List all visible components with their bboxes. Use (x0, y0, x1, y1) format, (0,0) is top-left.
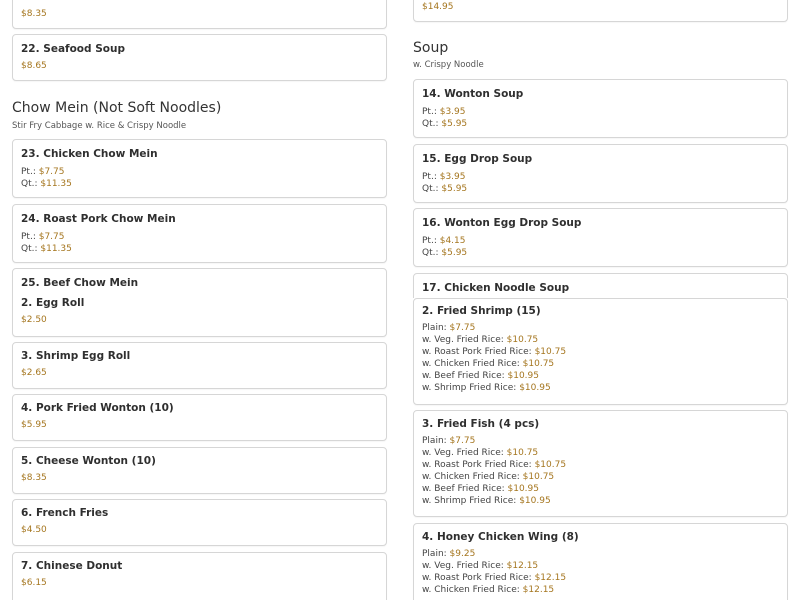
item-price: $8.65 (21, 61, 47, 71)
item-title: 22. Seafood Soup (21, 43, 125, 55)
item-title: 17. Chicken Noodle Soup (422, 282, 570, 294)
item-price: $6.15 (21, 578, 47, 588)
menu-item-card[interactable]: 23. Chicken Chow Mein Pt.: $7.75 Qt.: $1… (12, 139, 387, 198)
item-title: 25. Beef Chow Mein (21, 277, 139, 289)
quart-price: Qt.: $5.95 (422, 248, 468, 258)
menu-item-card[interactable]: 16. Wonton Egg Drop Soup Pt.: $4.15 Qt.:… (413, 208, 788, 267)
item-title: 15. Egg Drop Soup (422, 153, 533, 165)
price-option: w. Shrimp Fried Rice: $10.95 (422, 383, 551, 393)
price-option: w. Chicken Fried Rice: $10.75 (422, 359, 555, 369)
menu-item-card[interactable]: 4. Honey Chicken Wing (8) Plain: $9.25 w… (413, 523, 788, 600)
item-title: 5. Cheese Wonton (10) (21, 455, 156, 467)
menu-item-card[interactable]: 4. Pork Fried Wonton (10) $5.95 (12, 394, 387, 441)
item-title: 23. Chicken Chow Mein (21, 148, 158, 160)
pint-price: Pt.: $3.95 (422, 107, 466, 117)
section-subtitle: Stir Fry Cabbage w. Rice & Crispy Noodle (12, 121, 187, 131)
price-option: w. Roast Pork Fried Rice: $10.75 (422, 347, 567, 357)
item-title: 7. Chinese Donut (21, 560, 123, 572)
section-title: Chow Mein (Not Soft Noodles) (12, 100, 222, 116)
quart-price: Qt.: $11.35 (21, 179, 72, 189)
menu-item-card[interactable]: 2. Egg Roll $2.50 (12, 298, 387, 337)
pint-price: Pt.: $7.75 (21, 167, 65, 177)
item-price: $14.95 (422, 2, 454, 12)
menu-item-card[interactable]: 24. Roast Pork Chow Mein Pt.: $7.75 Qt.:… (12, 204, 387, 263)
item-title: 14. Wonton Soup (422, 88, 524, 100)
menu-item-card[interactable]: 25. Beef Chow Mein (12, 268, 387, 302)
price-option: w. Veg. Fried Rice: $10.75 (422, 448, 539, 458)
item-title: 4. Honey Chicken Wing (8) (422, 531, 579, 543)
section-title: Soup (413, 40, 449, 56)
quart-price: Qt.: $5.95 (422, 184, 468, 194)
menu-item-card[interactable]: 22. Seafood Soup $8.65 (12, 34, 387, 81)
price-option: w. Roast Pork Fried Rice: $10.75 (422, 460, 567, 470)
item-price: $2.65 (21, 368, 47, 378)
item-title: 3. Fried Fish (4 pcs) (422, 418, 540, 430)
price-option: w. Chicken Fried Rice: $10.75 (422, 472, 555, 482)
menu-item-card[interactable]: 3. Fried Fish (4 pcs) Plain: $7.75 w. Ve… (413, 410, 788, 517)
item-title: 16. Wonton Egg Drop Soup (422, 217, 582, 229)
menu-item-card[interactable]: $8.35 (12, 0, 387, 29)
item-price: $2.50 (21, 315, 47, 325)
item-price: $5.95 (21, 420, 47, 430)
menu-item-card[interactable]: 2. Fried Shrimp (15) Plain: $7.75 w. Veg… (413, 298, 788, 405)
item-title: 2. Fried Shrimp (15) (422, 305, 541, 317)
item-price: $4.50 (21, 525, 47, 535)
price-option: Plain: $7.75 (422, 323, 476, 333)
quart-price: Qt.: $5.95 (422, 119, 468, 129)
menu-view-top: $8.35 22. Seafood Soup $8.65 Chow Mein (… (0, 0, 800, 302)
price-option: w. Roast Pork Fried Rice: $12.15 (422, 573, 567, 583)
menu-item-card[interactable]: $14.95 (413, 0, 788, 22)
menu-item-card[interactable]: 7. Chinese Donut $6.15 (12, 552, 387, 600)
price-option: w. Veg. Fried Rice: $10.75 (422, 335, 539, 345)
menu-item-card[interactable]: 5. Cheese Wonton (10) $8.35 (12, 447, 387, 494)
price-option: Plain: $9.25 (422, 549, 476, 559)
item-title: 3. Shrimp Egg Roll (21, 350, 131, 362)
pint-price: Pt.: $4.15 (422, 236, 466, 246)
quart-price: Qt.: $11.35 (21, 244, 72, 254)
item-title: 4. Pork Fried Wonton (10) (21, 402, 174, 414)
item-price: $8.35 (21, 9, 47, 19)
item-title: 24. Roast Pork Chow Mein (21, 213, 176, 225)
menu-view-bottom: 2. Egg Roll $2.50 3. Shrimp Egg Roll $2.… (0, 298, 800, 600)
menu-item-card[interactable]: 3. Shrimp Egg Roll $2.65 (12, 342, 387, 389)
price-option: w. Veg. Fried Rice: $12.15 (422, 561, 539, 571)
section-subtitle: w. Crispy Noodle (413, 60, 484, 70)
pint-price: Pt.: $3.95 (422, 172, 466, 182)
menu-item-card[interactable]: 15. Egg Drop Soup Pt.: $3.95 Qt.: $5.95 (413, 144, 788, 203)
price-option: w. Shrimp Fried Rice: $10.95 (422, 496, 551, 506)
menu-item-card[interactable]: 6. French Fries $4.50 (12, 499, 387, 546)
price-option: Plain: $7.75 (422, 436, 476, 446)
pint-price: Pt.: $7.75 (21, 232, 65, 242)
price-option: w. Chicken Fried Rice: $12.15 (422, 585, 555, 595)
menu-item-card[interactable]: 14. Wonton Soup Pt.: $3.95 Qt.: $5.95 (413, 79, 788, 138)
item-price: $8.35 (21, 473, 47, 483)
item-title: 6. French Fries (21, 507, 109, 519)
price-option: w. Beef Fried Rice: $10.95 (422, 484, 539, 494)
item-title: 2. Egg Roll (21, 298, 85, 309)
price-option: w. Beef Fried Rice: $10.95 (422, 371, 539, 381)
